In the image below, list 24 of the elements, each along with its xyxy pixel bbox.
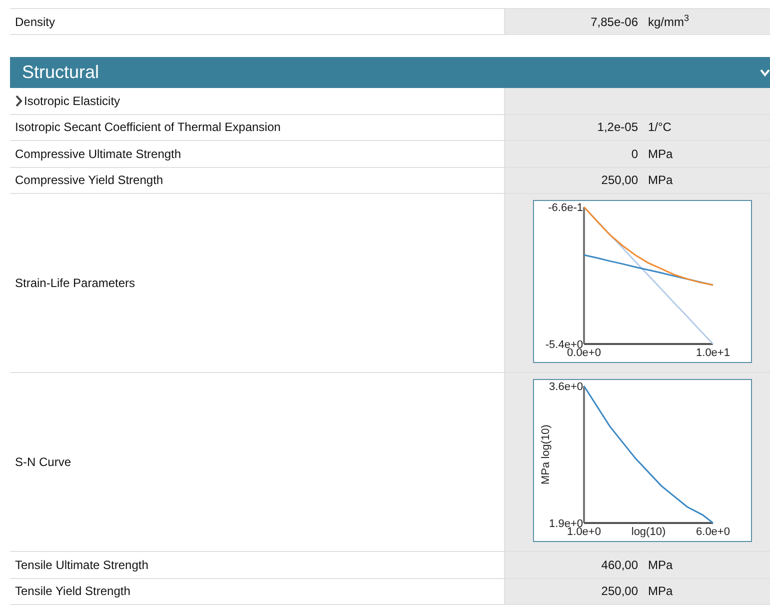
unit-label: MPa	[648, 172, 673, 190]
property-value: 460,00	[600, 556, 638, 574]
chevron-right-icon	[15, 94, 23, 107]
property-value: 7,85e-06	[590, 14, 638, 30]
property-value: 1,2e-05	[596, 119, 638, 136]
unit-label: kg/mm$^{3}$	[648, 12, 690, 30]
unit-label: MPa	[648, 583, 673, 600]
y-tick-label: -6.6e-1	[548, 202, 583, 214]
x-tick-label: 1.0e+0	[567, 526, 601, 538]
unit-label: MPa	[648, 556, 673, 574]
x-tick-label: 0.0e+0	[567, 347, 601, 359]
x-axis-label: log(10)	[631, 526, 666, 538]
property-value: 0	[630, 146, 638, 163]
unit-label: MPa	[648, 146, 673, 163]
section-title: Structural	[22, 61, 100, 84]
property-value: 250,00	[600, 583, 638, 600]
unit-label: 1/°C	[648, 119, 672, 136]
property-value: 250,00	[600, 172, 638, 190]
y-tick-label: 3.6e+0	[549, 381, 583, 393]
chevron-down-icon	[760, 68, 770, 76]
x-tick-label: 1.0e+1	[696, 347, 730, 359]
y-axis-label: MPa log(10)	[540, 424, 552, 484]
x-tick-label: 6.0e+0	[696, 526, 730, 538]
section-header[interactable]: Structural	[10, 57, 770, 88]
